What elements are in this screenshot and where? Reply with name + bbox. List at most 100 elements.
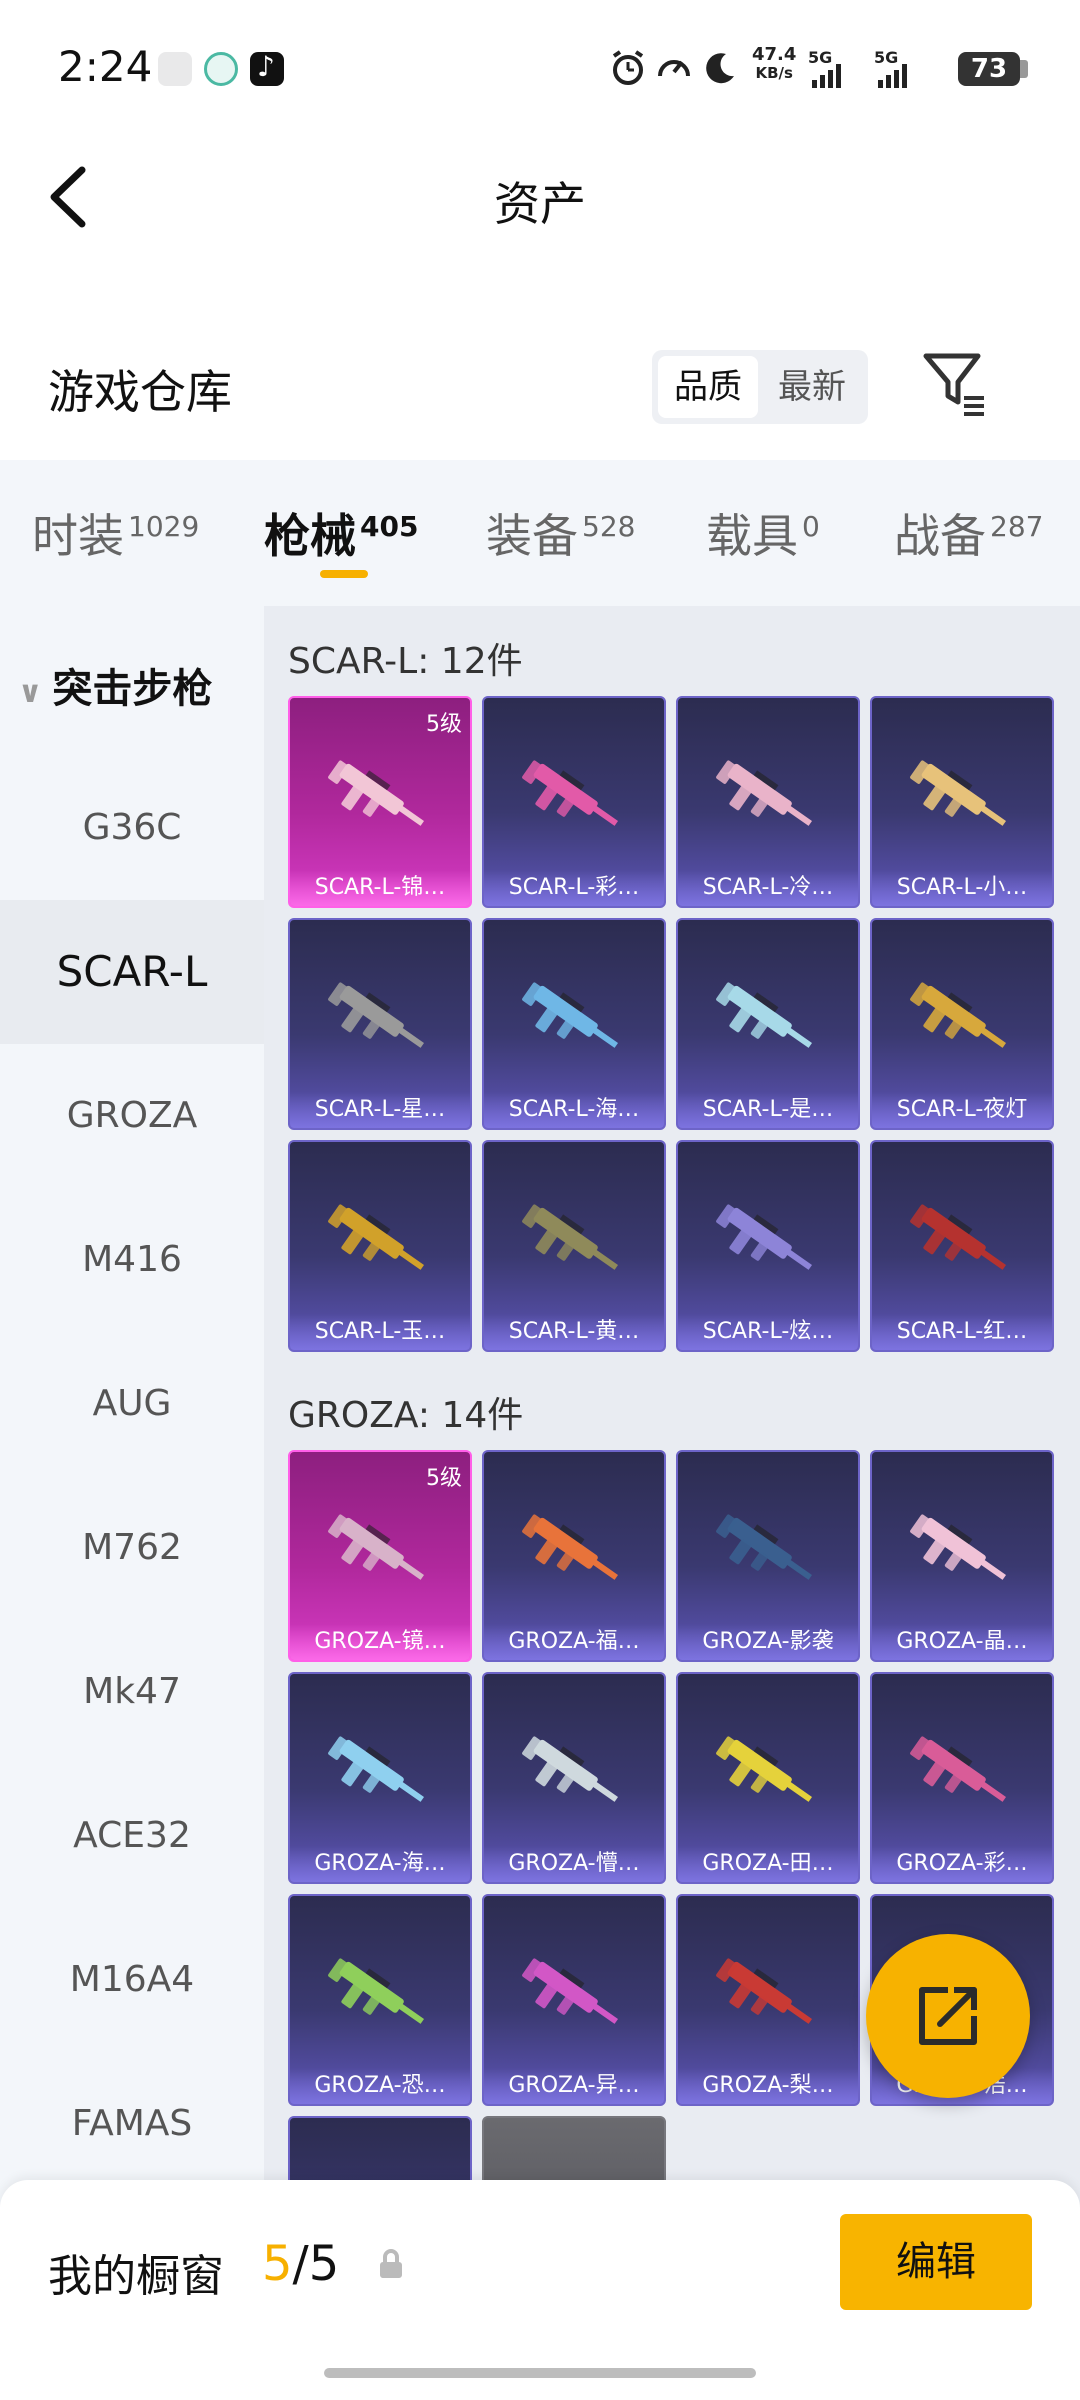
sidebar-item-m416[interactable]: M416 [0, 1188, 264, 1332]
weapon-skin-icon [716, 982, 813, 1048]
weapon-skin-icon [328, 1204, 425, 1270]
weapon-skin-icon [716, 1958, 813, 2024]
skin-card[interactable]: 5级 SCAR-L-锦… [288, 696, 472, 908]
weapon-skin-icon [522, 1958, 619, 2024]
skin-card[interactable]: SCAR-L-彩… [482, 696, 666, 908]
skin-card[interactable]: GROZA-海… [288, 1672, 472, 1884]
skin-card[interactable]: GROZA-田… [676, 1672, 860, 1884]
skin-name: SCAR-L-夜灯 [872, 1092, 1052, 1128]
skin-card[interactable]: SCAR-L-黄… [482, 1140, 666, 1352]
skin-name: GROZA-彩… [872, 1846, 1052, 1882]
app-notification-icon [158, 52, 192, 86]
speedometer-icon [658, 60, 690, 77]
weapon-skin-icon [910, 1736, 1007, 1802]
skin-name: SCAR-L-红… [872, 1314, 1052, 1350]
skin-card[interactable]: SCAR-L-冷… [676, 696, 860, 908]
skin-name: SCAR-L-是… [678, 1092, 858, 1128]
weapon-skin-icon [522, 1736, 619, 1802]
weapon-skin-icon [716, 1736, 813, 1802]
section-title-groza: GROZA: 14件 [288, 1395, 524, 1436]
weapon-skin-icon [522, 1204, 619, 1270]
sidebar-item-ace32[interactable]: ACE32 [0, 1764, 264, 1908]
home-indicator[interactable] [324, 2368, 756, 2378]
skin-card[interactable]: SCAR-L-炫… [676, 1140, 860, 1352]
showcase-count: 5/5 [262, 2236, 340, 2292]
sort-quality-button[interactable]: 品质 [658, 356, 758, 418]
battery-indicator: 73 [958, 52, 1028, 86]
skin-card[interactable]: GROZA-梨… [676, 1894, 860, 2106]
signal-1: 5G [808, 48, 841, 88]
skin-card[interactable]: GROZA-影袭 [676, 1450, 860, 1662]
skin-name: GROZA-福… [484, 1624, 664, 1660]
weapon-skin-icon [522, 982, 619, 1048]
tab-vehicles[interactable]: 载具 0 [706, 500, 820, 566]
tab-equipment[interactable]: 装备 528 [486, 500, 635, 566]
network-speed: 47.4 KB/s [752, 44, 797, 83]
edit-showcase-button[interactable]: 编辑 [840, 2214, 1032, 2310]
page-title: 资产 [494, 177, 586, 231]
skin-card[interactable]: GROZA-恐… [288, 1894, 472, 2106]
tab-supplies[interactable]: 战备 287 [894, 500, 1043, 566]
tab-fashion[interactable]: 时装 1029 [32, 500, 199, 566]
skin-name: GROZA-懵… [484, 1846, 664, 1882]
skin-card[interactable]: SCAR-L-星… [288, 918, 472, 1130]
warehouse-title: 游戏仓库 [48, 365, 232, 419]
sidebar-item-groza[interactable]: GROZA [0, 1044, 264, 1188]
weapon-skin-icon [716, 1204, 813, 1270]
sidebar-item-m16a4[interactable]: M16A4 [0, 1908, 264, 2052]
skin-name: SCAR-L-冷… [678, 870, 858, 906]
sidebar-item-m762[interactable]: M762 [0, 1476, 264, 1620]
sidebar-item-g36c[interactable]: G36C [0, 756, 264, 900]
skin-name: GROZA-梨… [678, 2068, 858, 2104]
filter-icon[interactable] [922, 350, 986, 416]
skin-name: GROZA-田… [678, 1846, 858, 1882]
weapon-skin-icon [328, 982, 425, 1048]
skin-name: GROZA-恐… [290, 2068, 470, 2104]
weapon-skin-icon [716, 760, 813, 826]
skin-grid: SCAR-L: 12件 GROZA: 14件 5级 SCAR-L-锦… SCAR-L… [264, 606, 1080, 2400]
weapon-sidebar: ∨ 突击步枪 G36C SCAR-L GROZA M416 AUG M762 Mk… [0, 606, 264, 2206]
skin-card[interactable]: GROZA-福… [482, 1450, 666, 1662]
skin-card[interactable]: SCAR-L-玉… [288, 1140, 472, 1352]
sidebar-category-assault-rifles[interactable]: ∨ 突击步枪 [18, 656, 212, 714]
sidebar-item-scar-l[interactable]: SCAR-L [0, 900, 264, 1044]
alarm-icon [612, 50, 644, 85]
skin-card[interactable]: SCAR-L-红… [870, 1140, 1054, 1352]
signal-2: 5G [874, 48, 907, 88]
skin-card[interactable]: GROZA-彩… [870, 1672, 1054, 1884]
skin-name: SCAR-L-黄… [484, 1314, 664, 1350]
sidebar-item-aug[interactable]: AUG [0, 1332, 264, 1476]
skin-name: GROZA-影袭 [678, 1624, 858, 1660]
status-bar: 2:24 47.4 KB/s 5G 5G 73 [0, 0, 1080, 140]
sort-newest-button[interactable]: 最新 [762, 356, 862, 418]
category-tabs: 时装 1029 枪械 405 装备 528 载具 0 战备 287 [0, 460, 1080, 606]
skin-name: SCAR-L-星… [290, 1092, 470, 1128]
skin-card[interactable]: GROZA-异… [482, 1894, 666, 2106]
tab-guns[interactable]: 枪械 405 [264, 500, 418, 566]
skin-name: SCAR-L-锦… [290, 870, 470, 906]
skin-card[interactable]: SCAR-L-小… [870, 696, 1054, 908]
skin-card[interactable]: SCAR-L-夜灯 [870, 918, 1054, 1130]
level-badge: 5级 [426, 1466, 462, 1491]
lock-icon [380, 2249, 402, 2278]
skin-card[interactable]: SCAR-L-海… [482, 918, 666, 1130]
skin-name: GROZA-海… [290, 1846, 470, 1882]
skin-card[interactable]: GROZA-懵… [482, 1672, 666, 1884]
active-tab-indicator [320, 570, 368, 578]
skin-name: SCAR-L-彩… [484, 870, 664, 906]
chevron-down-icon: ∨ [18, 675, 43, 710]
skin-card[interactable]: SCAR-L-是… [676, 918, 860, 1130]
weapon-skin-icon [910, 982, 1007, 1048]
skin-name: SCAR-L-玉… [290, 1314, 470, 1350]
weapon-skin-icon [910, 760, 1007, 826]
weapon-skin-icon [716, 1514, 813, 1580]
skin-card[interactable]: GROZA-晶… [870, 1450, 1054, 1662]
weapon-skin-icon [328, 1514, 425, 1580]
share-fab[interactable] [866, 1934, 1030, 2098]
share-external-icon [919, 1987, 977, 2045]
moon-icon [706, 53, 734, 84]
sidebar-item-famas[interactable]: FAMAS [0, 2052, 264, 2196]
skin-name: SCAR-L-炫… [678, 1314, 858, 1350]
skin-card[interactable]: 5级 GROZA-镜… [288, 1450, 472, 1662]
sidebar-item-mk47[interactable]: Mk47 [0, 1620, 264, 1764]
